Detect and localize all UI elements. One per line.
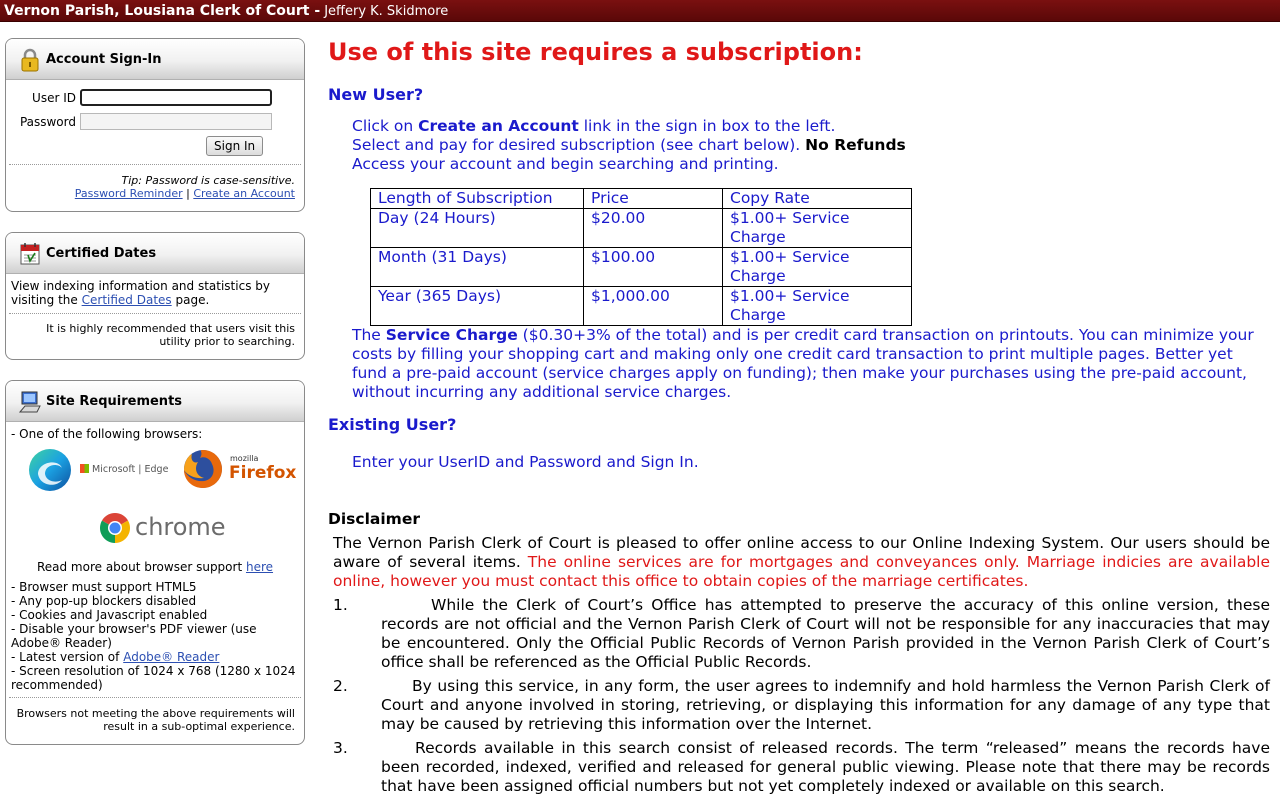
create-account-link[interactable]: Create an Account — [193, 187, 295, 200]
firefox-label: Firefox — [229, 463, 297, 483]
browsers-intro: - One of the following browsers: — [11, 427, 203, 441]
existing-user-text: Enter your UserID and Password and Sign … — [352, 453, 699, 471]
table-header: Copy Rate — [722, 188, 912, 209]
password-label: Password — [19, 115, 76, 129]
no-refunds: No Refunds — [805, 136, 906, 154]
clerk-name: Jeffery K. Skidmore — [324, 4, 449, 19]
table-row: Day (24 Hours) $20.00 $1.00+ Service Cha… — [370, 208, 912, 248]
browser-support-link[interactable]: here — [246, 560, 273, 574]
table-cell: $1.00+ Service Charge — [722, 286, 912, 326]
password-tip: Tip: Password is case-sensitive. — [121, 174, 295, 187]
certified-dates-link[interactable]: Certified Dates — [82, 293, 172, 307]
calendar-icon — [20, 243, 40, 265]
site-requirements-title: Site Requirements — [46, 394, 183, 409]
new-user-heading: New User? — [328, 85, 424, 104]
chrome-logo[interactable]: chrome — [99, 511, 229, 545]
site-requirements-panel: Site Requirements - One of the following… — [5, 380, 305, 745]
account-signin-panel: Account Sign-In User ID Password Sign In… — [5, 38, 305, 212]
step3: Access your account and begin searching … — [352, 155, 779, 173]
edge-icon — [29, 449, 71, 491]
site-requirements-header: Site Requirements — [6, 381, 304, 422]
edge-logo[interactable]: Microsoft | Edge — [28, 448, 168, 494]
step1-post: link in the sign in box to the left. — [583, 117, 836, 135]
password-input[interactable] — [80, 113, 272, 130]
userid-input[interactable] — [80, 89, 272, 106]
chrome-label: chrome — [135, 513, 226, 541]
table-cell: $1.00+ Service Charge — [722, 247, 912, 287]
item-text: While the Clerk of Court’s Office has at… — [381, 596, 1270, 671]
item-text: By using this service, in any form, the … — [381, 677, 1270, 733]
table-cell: Year (365 Days) — [370, 286, 584, 326]
certified-dates-text-after: page. — [175, 293, 210, 307]
step1-pre: Click on — [352, 117, 414, 135]
chrome-icon — [99, 513, 131, 543]
req-item: - Any pop-up blockers disabled — [11, 594, 197, 608]
service-charge-bold: Service Charge — [385, 326, 518, 344]
site-req-divider — [9, 697, 301, 698]
service-charge-paragraph: The Service Charge ($0.30+3% of the tota… — [352, 326, 1270, 402]
certified-dates-title: Certified Dates — [46, 246, 157, 261]
page-heading: Use of this site requires a subscription… — [328, 38, 863, 66]
firefox-small-label: mozilla — [230, 454, 259, 463]
link-divider: | — [186, 187, 190, 200]
table-header-row: Length of Subscription Price Copy Rate — [370, 188, 912, 209]
table-header: Length of Subscription — [370, 188, 584, 209]
certified-dates-panel: Certified Dates View indexing informatio… — [5, 232, 305, 360]
certified-dates-header: Certified Dates — [6, 233, 304, 274]
disclaimer-item: 1. While the Clerk of Court’s Office has… — [333, 596, 1270, 672]
sign-in-button[interactable]: Sign In — [206, 136, 264, 156]
userid-label: User ID — [32, 91, 76, 105]
certified-dates-divider — [9, 313, 301, 314]
table-cell: $100.00 — [583, 247, 723, 287]
disclaimer-heading: Disclaimer — [328, 510, 420, 528]
table-cell: $1.00+ Service Charge — [722, 208, 912, 248]
req-item: - Disable your browser's PDF viewer (use… — [11, 622, 257, 650]
disclaimer-item: 2. By using this service, in any form, t… — [333, 677, 1270, 734]
subscription-table: Length of Subscription Price Copy Rate D… — [370, 188, 912, 326]
browser-support-text: Read more about browser support — [36, 560, 243, 574]
firefox-icon — [184, 450, 222, 488]
req-item: - Browser must support HTML5 — [11, 580, 197, 594]
req-latest-version: - Latest version of — [11, 650, 120, 664]
item-text: Records available in this search consist… — [381, 739, 1270, 795]
site-req-footer: Browsers not meeting the above requireme… — [16, 707, 295, 733]
table-cell: $20.00 — [583, 208, 723, 248]
req-item: - Cookies and Javascript enabled — [11, 608, 208, 622]
table-cell: $1,000.00 — [583, 286, 723, 326]
step2: Select and pay for desired subscription … — [352, 136, 801, 154]
existing-user-heading: Existing User? — [328, 415, 457, 434]
item-number: 1. — [333, 596, 348, 614]
password-reminder-link[interactable]: Password Reminder — [75, 187, 183, 200]
disclaimer-intro: The Vernon Parish Clerk of Court is plea… — [333, 534, 1270, 591]
step1-bold: Create an Account — [418, 117, 579, 135]
req-screen-resolution: - Screen resolution of 1024 x 768 (1280 … — [11, 664, 296, 692]
site-title: Vernon Parish, Lousiana Clerk of Court - — [4, 3, 321, 19]
firefox-logo[interactable]: mozilla Firefox — [182, 448, 296, 494]
table-cell: Month (31 Days) — [370, 247, 584, 287]
adobe-reader-link[interactable]: Adobe® Reader — [123, 650, 219, 664]
signin-divider — [9, 164, 301, 165]
table-cell: Day (24 Hours) — [370, 208, 584, 248]
disclaimer-item: 3. Records available in this search cons… — [333, 739, 1270, 796]
padlock-icon — [21, 48, 39, 72]
item-number: 2. — [333, 677, 348, 695]
edge-label: Microsoft | Edge — [92, 464, 169, 475]
title-bar: Vernon Parish, Lousiana Clerk of Court -… — [0, 0, 1280, 22]
new-user-steps: Click on Create an Account link in the s… — [352, 117, 1252, 174]
signin-panel-title: Account Sign-In — [46, 52, 162, 67]
table-row: Month (31 Days) $100.00 $1.00+ Service C… — [370, 247, 912, 287]
certified-dates-note: It is highly recommended that users visi… — [46, 322, 295, 348]
computer-icon — [19, 391, 41, 413]
item-number: 3. — [333, 739, 348, 757]
table-row: Year (365 Days) $1,000.00 $1.00+ Service… — [370, 286, 912, 326]
signin-panel-header: Account Sign-In — [6, 39, 304, 80]
service-pre: The — [352, 326, 381, 344]
table-header: Price — [583, 188, 723, 209]
